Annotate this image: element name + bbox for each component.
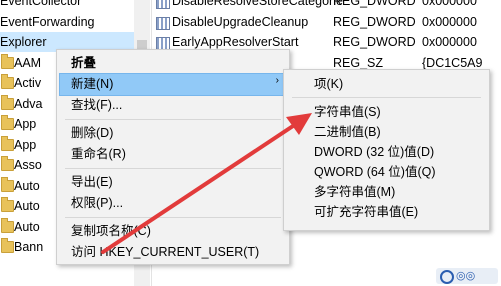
submenu-item[interactable]: 二进制值(B): [314, 122, 381, 142]
tree-item-label: Activ: [14, 76, 42, 90]
tree-item[interactable]: EventForwarding: [0, 12, 134, 32]
tree-item-label: Explorer: [0, 35, 47, 49]
context-menu-item[interactable]: 导出(E): [71, 172, 113, 192]
menu-separator: [65, 119, 281, 120]
value-row[interactable]: DisableResolveStoreCategorie REG_DWORD 0x0…: [152, 0, 501, 12]
submenu-item[interactable]: 多字符串值(M): [314, 182, 395, 202]
new-submenu: 项(K) 字符串值(S) 二进制值(B) DWORD (32 位)值(D) QWORD …: [283, 69, 490, 231]
reg-binary-value-icon: [156, 16, 170, 30]
context-menu-item[interactable]: 权限(P)...: [71, 193, 123, 213]
tree-item-label: Bann: [14, 240, 44, 254]
value-data: 0x000000: [422, 14, 477, 29]
value-type: REG_DWORD: [333, 14, 416, 29]
tree-item-label: AAM: [14, 55, 42, 70]
watermark-logo: ◎◎: [436, 268, 498, 284]
folder-icon: [1, 176, 14, 192]
folder-icon: [1, 217, 14, 233]
reg-binary-value-icon: [156, 0, 170, 9]
context-menu: 折叠 新建(N) › 查找(F)... 删除(D) 重命名(R) 导出(E) 权限(P)...…: [56, 49, 290, 265]
tree-item-label: App: [14, 117, 37, 131]
watermark-mark: ◎◎: [456, 270, 476, 282]
tree-item-label: Auto: [14, 178, 40, 193]
menu-separator: [65, 217, 281, 218]
folder-icon: [1, 156, 14, 171]
submenu-item[interactable]: 可扩充字符串值(E): [314, 202, 418, 222]
folder-icon: [1, 53, 14, 69]
tree-item-label: EventForwarding: [0, 14, 95, 29]
menu-separator: [292, 97, 481, 98]
submenu-arrow-icon: ›: [275, 75, 279, 86]
context-menu-item[interactable]: 复制项名称(C): [71, 221, 151, 241]
context-menu-item[interactable]: 折叠: [71, 53, 96, 73]
watermark-circle-icon: [440, 270, 454, 284]
tree-item-label: Auto: [14, 219, 40, 234]
tree-item[interactable]: EventCollector: [0, 0, 134, 11]
value-name: DisableResolveStoreCategorie: [172, 0, 343, 8]
tree-item-label: Auto: [14, 199, 40, 213]
context-menu-item[interactable]: 访问 HKEY_CURRENT_USER(T): [71, 242, 259, 262]
tree-item-label: Asso: [14, 158, 42, 172]
context-menu-item[interactable]: 新建(N): [71, 74, 113, 94]
submenu-item[interactable]: 字符串值(S): [314, 102, 381, 122]
value-type: REG_DWORD: [333, 35, 416, 49]
submenu-item[interactable]: QWORD (64 位)值(Q): [314, 162, 436, 182]
value-type: REG_DWORD: [333, 0, 416, 8]
submenu-item[interactable]: DWORD (32 位)值(D): [314, 142, 434, 162]
context-menu-item[interactable]: 查找(F)...: [71, 95, 122, 115]
value-name: DisableUpgradeCleanup: [172, 14, 309, 29]
value-row[interactable]: DisableUpgradeCleanup REG_DWORD 0x000000: [152, 12, 501, 33]
folder-icon: [1, 197, 14, 212]
value-data: 0x000000: [422, 0, 477, 8]
value-data: 0x000000: [422, 35, 477, 49]
context-menu-item[interactable]: 重命名(R): [71, 144, 126, 164]
submenu-item[interactable]: 项(K): [314, 74, 343, 94]
context-menu-item[interactable]: 删除(D): [71, 123, 113, 143]
folder-icon: [1, 238, 14, 253]
folder-icon: [1, 135, 14, 151]
folder-icon: [1, 115, 14, 130]
tree-item-label: EventCollector: [0, 0, 82, 8]
menu-separator: [65, 168, 281, 169]
tree-item-label: App: [14, 137, 37, 152]
folder-icon: [1, 74, 14, 89]
tree-item-label: Adva: [14, 96, 43, 111]
folder-icon: [1, 94, 14, 110]
